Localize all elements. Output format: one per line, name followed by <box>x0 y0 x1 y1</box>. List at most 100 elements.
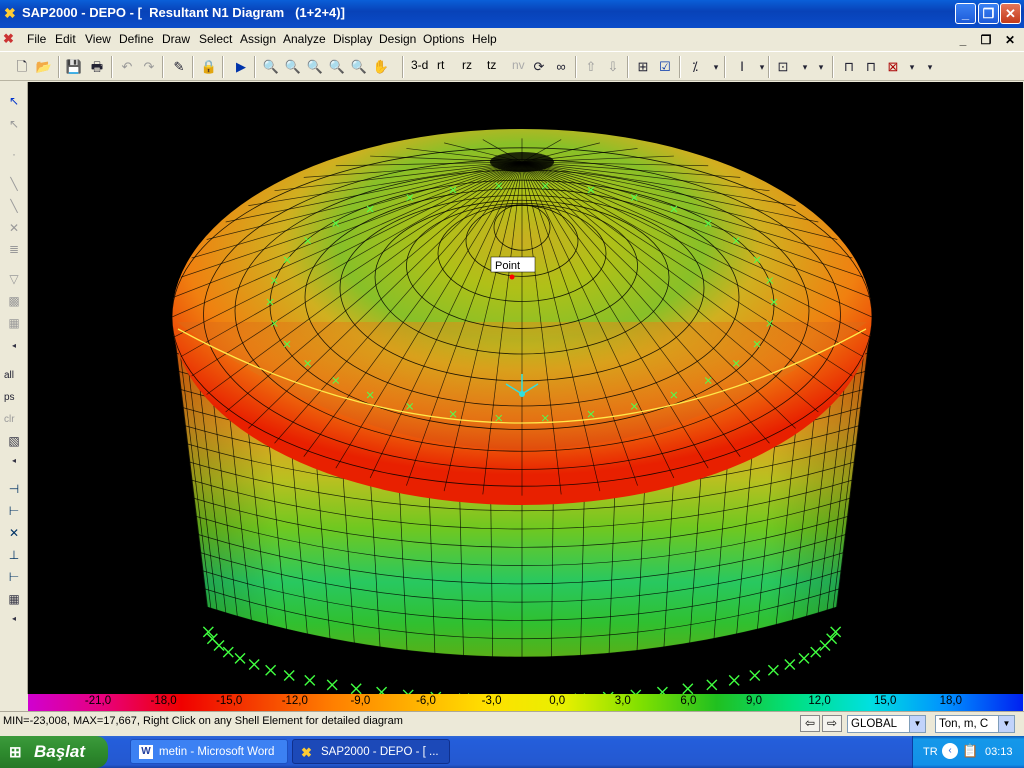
menu-view[interactable]: View <box>85 32 111 46</box>
move-up-icon[interactable]: ⇧ <box>581 57 601 77</box>
run-analysis-icon[interactable]: ▶ <box>231 57 251 77</box>
reshape-icon[interactable]: ↖ <box>4 115 24 133</box>
step-forward-button[interactable]: ⇨ <box>822 715 842 732</box>
doc-close-button[interactable]: ✕ <box>1000 32 1020 50</box>
menu-help[interactable]: Help <box>472 32 497 46</box>
draw-frame-icon[interactable]: ╲ <box>4 175 24 193</box>
previous-selection-button[interactable]: ps <box>4 392 26 403</box>
support-icon <box>767 664 779 676</box>
status-message: MIN=-23,008, MAX=17,667, Right Click on … <box>3 715 403 727</box>
task-word[interactable]: W metin - Microsoft Word <box>130 739 288 764</box>
support-icon <box>248 658 260 670</box>
draw-rect-area-icon[interactable]: ▩ <box>4 292 24 310</box>
lock-icon[interactable]: 🔒 <box>199 57 219 77</box>
menu-design[interactable]: Design <box>379 32 416 46</box>
print-icon[interactable]: 🖶 <box>87 57 107 77</box>
pan-icon[interactable]: ✋ <box>371 57 391 77</box>
snap-grid-icon[interactable]: ▦ <box>4 590 24 608</box>
start-button[interactable]: ⊞ Başlat <box>0 736 108 768</box>
menu-file[interactable]: File <box>27 32 46 46</box>
frame-diagram-icon[interactable]: ⊓ <box>861 57 881 77</box>
pencil-icon[interactable]: ✎ <box>169 57 189 77</box>
view-xz-button[interactable]: rz <box>462 58 472 72</box>
cursor-line-icon[interactable]: Ⅰ <box>732 57 752 77</box>
chevron-down-icon[interactable]: ▼ <box>909 716 925 732</box>
menu-assign[interactable]: Assign <box>240 32 276 46</box>
draw-point-icon[interactable]: · <box>4 145 24 163</box>
set-display-options-icon[interactable]: ⊞ <box>633 57 653 77</box>
menu-define[interactable]: Define <box>119 32 154 46</box>
shell-forces-icon[interactable]: ⊠ <box>883 57 903 77</box>
menu-select[interactable]: Select <box>199 32 232 46</box>
doc-minimize-button[interactable]: _ <box>953 32 973 50</box>
dropdown-arrow-icon[interactable]: ▾ <box>920 57 940 77</box>
collapse-arrow-icon[interactable]: ◂ <box>4 452 24 470</box>
language-indicator[interactable]: TR <box>923 746 938 758</box>
tank-shell-diagram[interactable]: Point <box>28 82 1023 694</box>
start-label: Başlat <box>34 742 86 761</box>
display-shape-icon[interactable]: ⊡ <box>773 57 793 77</box>
collapse-arrow-icon[interactable]: ◂ <box>4 337 24 355</box>
dropdown-arrow-icon[interactable]: ▾ <box>706 57 726 77</box>
assign-icon[interactable]: ⁒ <box>685 57 705 77</box>
quick-draw-area-icon[interactable]: ▦ <box>4 314 24 332</box>
snap-perpendicular-icon[interactable]: ⊥ <box>4 546 24 564</box>
select-all-button[interactable]: all <box>4 370 26 381</box>
step-back-button[interactable]: ⇦ <box>800 715 820 732</box>
view-xy-button[interactable]: rt <box>437 58 444 72</box>
units-select[interactable]: Ton, m, C ▼ <box>935 715 1015 733</box>
menu-options[interactable]: Options <box>423 32 464 46</box>
rotate-3d-icon[interactable]: ⟳ <box>529 57 549 77</box>
zoom-previous-icon[interactable]: 🔍 <box>305 57 325 77</box>
clipboard-icon[interactable]: 📋 <box>962 743 978 759</box>
quick-draw-frame-icon[interactable]: ╲ <box>4 197 24 215</box>
draw-poly-area-icon[interactable]: ▽ <box>4 270 24 288</box>
selected-point-marker[interactable] <box>509 274 515 280</box>
model-viewport[interactable]: Point <box>28 82 1023 694</box>
view-yz-button[interactable]: tz <box>487 58 496 72</box>
view-3d-button[interactable]: 3-d <box>411 58 428 72</box>
menu-display[interactable]: Display <box>333 32 372 46</box>
legend-label: -9,0 <box>350 695 371 707</box>
snap-intersections-icon[interactable]: ✕ <box>4 524 24 542</box>
intersecting-line-icon[interactable]: ▧ <box>4 432 24 450</box>
menu-edit[interactable]: Edit <box>55 32 76 46</box>
coord-system-select[interactable]: GLOBAL ▼ <box>847 715 926 733</box>
collapse-arrow-icon[interactable]: ◂ <box>4 610 24 628</box>
minimize-button[interactable]: _ <box>955 3 976 24</box>
draw-secondary-icon[interactable]: ≣ <box>4 240 24 258</box>
dropdown-arrow-icon[interactable]: ▾ <box>811 57 831 77</box>
restore-view-icon[interactable]: 🔍 <box>283 57 303 77</box>
close-button[interactable]: ✕ <box>1000 3 1021 24</box>
snap-ends-icon[interactable]: ⊢ <box>4 502 24 520</box>
zoom-out-icon[interactable]: 🔍 <box>349 57 369 77</box>
chevron-down-icon[interactable]: ▼ <box>998 716 1014 732</box>
new-file-icon[interactable]: 🗋 <box>12 57 32 77</box>
doc-restore-button[interactable]: ❐ <box>976 32 996 50</box>
zoom-window-icon[interactable]: 🔍 <box>261 57 281 77</box>
view-nv-button[interactable]: nv <box>512 58 525 72</box>
show-hidden-icons-icon[interactable]: ‹ <box>942 743 958 759</box>
menu-draw[interactable]: Draw <box>162 32 190 46</box>
pointer-icon[interactable]: ↖ <box>4 92 24 110</box>
dropdown-arrow-icon[interactable]: ▾ <box>902 57 922 77</box>
undo-icon[interactable]: ↶ <box>117 57 137 77</box>
save-icon[interactable]: 💾 <box>64 57 84 77</box>
maximize-button[interactable]: ❐ <box>978 3 999 24</box>
check-icon[interactable]: ☑ <box>655 57 675 77</box>
open-folder-icon[interactable]: 📂 <box>34 57 54 77</box>
snap-lines-icon[interactable]: ⊢ <box>4 568 24 586</box>
sap-app-icon[interactable]: ✖ <box>4 6 18 20</box>
draw-bracing-icon[interactable]: ✕ <box>4 219 24 237</box>
task-sap2000[interactable]: ✖ SAP2000 - DEPO - [ ... <box>292 739 450 764</box>
redo-icon[interactable]: ↷ <box>139 57 159 77</box>
frame-icon[interactable]: ⊓ <box>839 57 859 77</box>
zoom-in-icon[interactable]: 🔍 <box>327 57 347 77</box>
snap-points-icon[interactable]: ⊣ <box>4 480 24 498</box>
document-icon[interactable]: ✖ <box>3 31 14 47</box>
perspective-icon[interactable]: ∞ <box>551 57 571 77</box>
clear-selection-button[interactable]: clr <box>4 414 26 425</box>
move-down-icon[interactable]: ⇩ <box>603 57 623 77</box>
menu-analyze[interactable]: Analyze <box>283 32 326 46</box>
toolbar-separator <box>162 56 164 78</box>
